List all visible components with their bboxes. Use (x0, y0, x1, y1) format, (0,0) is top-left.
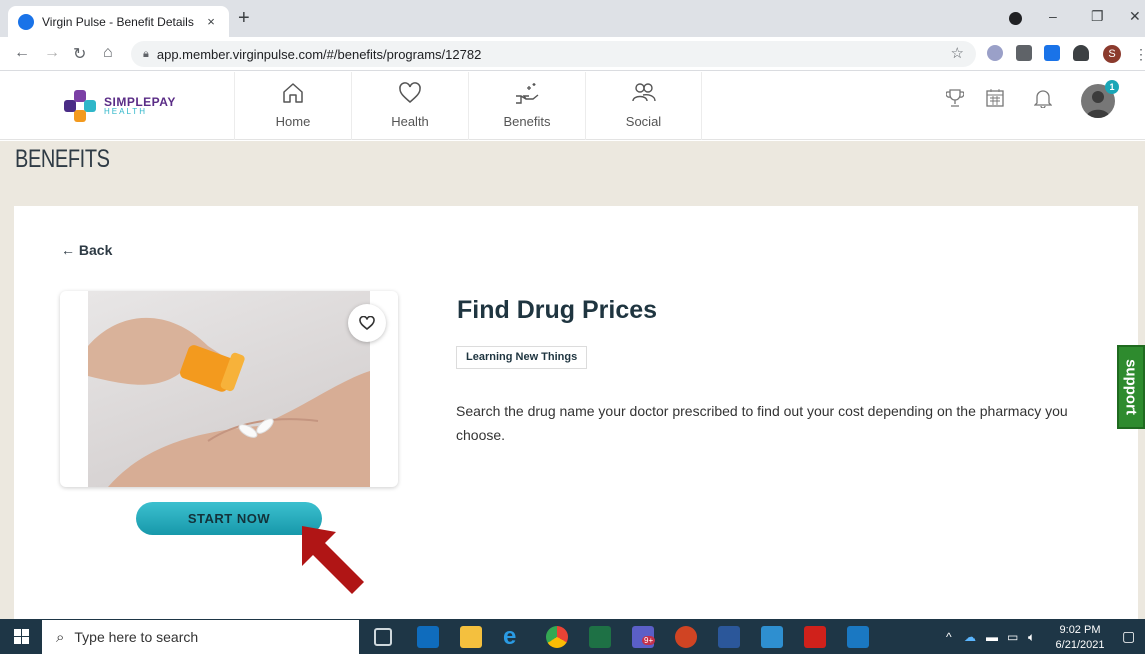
teams-icon[interactable]: 9+ (632, 626, 656, 648)
excel-icon[interactable] (589, 626, 611, 648)
teams-badge: 9+ (642, 636, 656, 645)
tray-overflow-icon[interactable]: ^ (946, 630, 952, 644)
taskbar-search-box[interactable]: ⌕ Type here to search (42, 620, 359, 654)
logo-text-bottom: HEALTH (104, 107, 147, 116)
nav-health-label: Health (391, 114, 429, 129)
bookmark-star-icon[interactable]: ☆ (951, 44, 964, 62)
nav-home-label: Home (275, 114, 311, 129)
program-description: Search the drug name your doctor prescri… (456, 403, 1068, 443)
page-title: BENEFITS (15, 145, 110, 173)
acrobat-icon[interactable] (804, 626, 826, 648)
forward-nav-icon[interactable]: → (44, 44, 60, 62)
url-text: app.member.virginpulse.com/#/benefits/pr… (156, 46, 482, 62)
word-icon[interactable] (718, 626, 740, 648)
back-label: Back (78, 242, 113, 258)
home-icon (283, 83, 303, 103)
browser-profile-avatar[interactable]: S (1103, 45, 1121, 63)
windows-start-icon[interactable] (14, 629, 29, 644)
lock-icon: 🔒︎ (143, 47, 149, 60)
benefits-hand-icon (516, 83, 539, 104)
chrome-icon[interactable] (546, 626, 568, 648)
battery-icon[interactable]: ▬ (986, 630, 998, 644)
minimize-window-button[interactable]: – (1049, 8, 1057, 24)
simplepay-health-logo[interactable]: SIMPLEPAY HEALTH (64, 86, 204, 126)
extensions-puzzle-icon[interactable] (1073, 45, 1089, 61)
extension-cast-icon[interactable] (1016, 45, 1032, 61)
start-now-button[interactable]: START NOW (136, 502, 322, 535)
network-icon[interactable]: ▭ (1007, 630, 1018, 644)
nav-social-label: Social (625, 114, 662, 129)
powerpoint-icon[interactable] (675, 626, 697, 648)
support-label: support (1122, 359, 1140, 415)
outlook-icon[interactable] (417, 626, 439, 648)
search-icon: ⌕ (56, 628, 65, 646)
clock-date: 6/21/2021 (1055, 639, 1105, 651)
restore-window-button[interactable]: ❐ (1091, 8, 1104, 25)
extension-me-icon[interactable] (987, 45, 1003, 61)
back-link[interactable]: ← Back (61, 242, 112, 258)
calendar-icon[interactable] (985, 88, 1005, 113)
nav-home[interactable]: Home (234, 72, 351, 140)
app-header: SIMPLEPAY HEALTH Home Health Benefits So… (0, 72, 1145, 140)
home-browser-icon[interactable]: ⌂ (103, 44, 113, 62)
program-category-tag: Learning New Things (456, 346, 588, 369)
media-player-icon[interactable] (847, 626, 869, 648)
social-people-icon (631, 83, 656, 102)
task-view-icon[interactable] (374, 628, 392, 646)
back-arrow-icon: ← (61, 242, 75, 258)
nav-benefits[interactable]: Benefits (468, 72, 585, 140)
notification-count-badge: 1 (1105, 80, 1119, 94)
tab-title: Virgin Pulse - Benefit Details (42, 14, 194, 29)
volume-icon[interactable]: 🔈︎ (1028, 630, 1035, 645)
extension-grid-icon[interactable] (1044, 45, 1060, 61)
new-tab-button[interactable]: + (238, 8, 250, 28)
close-window-button[interactable]: ✕ (1129, 8, 1141, 25)
support-tab[interactable]: support (1117, 345, 1145, 429)
logo-mark-icon (64, 90, 96, 122)
address-bar[interactable]: 🔒︎ app.member.virginpulse.com/#/benefits… (131, 41, 976, 67)
program-heading: Find Drug Prices (457, 296, 658, 324)
browser-tab[interactable]: Virgin Pulse - Benefit Details × (8, 6, 229, 37)
pills-photo (88, 291, 370, 487)
trophy-icon[interactable] (945, 88, 965, 113)
onedrive-icon[interactable]: ☁ (964, 630, 976, 644)
notification-center-icon[interactable]: ▢ (1122, 628, 1135, 645)
back-nav-icon[interactable]: ← (14, 44, 30, 62)
tab-close-icon[interactable]: × (203, 14, 219, 29)
file-explorer-icon[interactable] (460, 626, 482, 648)
favorite-heart-button[interactable] (348, 304, 386, 342)
virgin-pulse-favicon-icon (18, 13, 34, 30)
heart-outline-icon (359, 315, 375, 330)
internet-explorer-icon[interactable]: e (503, 625, 525, 649)
photos-icon[interactable] (761, 626, 783, 648)
nav-benefits-label: Benefits (503, 114, 551, 129)
taskbar-search-placeholder: Type here to search (74, 629, 199, 645)
heart-icon (399, 82, 421, 103)
notifications-bell-icon[interactable] (1033, 88, 1053, 113)
nav-health[interactable]: Health (351, 72, 468, 140)
red-pointer-arrow-icon (302, 526, 364, 594)
browser-toolbar: ← → ↻ ⌂ 🔒︎ app.member.virginpulse.com/#/… (0, 37, 1145, 71)
taskbar-clock[interactable]: 9:02 PM 6/21/2021 (1052, 623, 1108, 653)
browser-profile-indicator-icon[interactable] (1009, 12, 1022, 25)
clock-time: 9:02 PM (1059, 624, 1101, 636)
reload-icon[interactable]: ↻ (73, 44, 86, 64)
nav-social[interactable]: Social (585, 72, 702, 140)
browser-menu-icon[interactable]: ⋮ (1134, 46, 1145, 63)
